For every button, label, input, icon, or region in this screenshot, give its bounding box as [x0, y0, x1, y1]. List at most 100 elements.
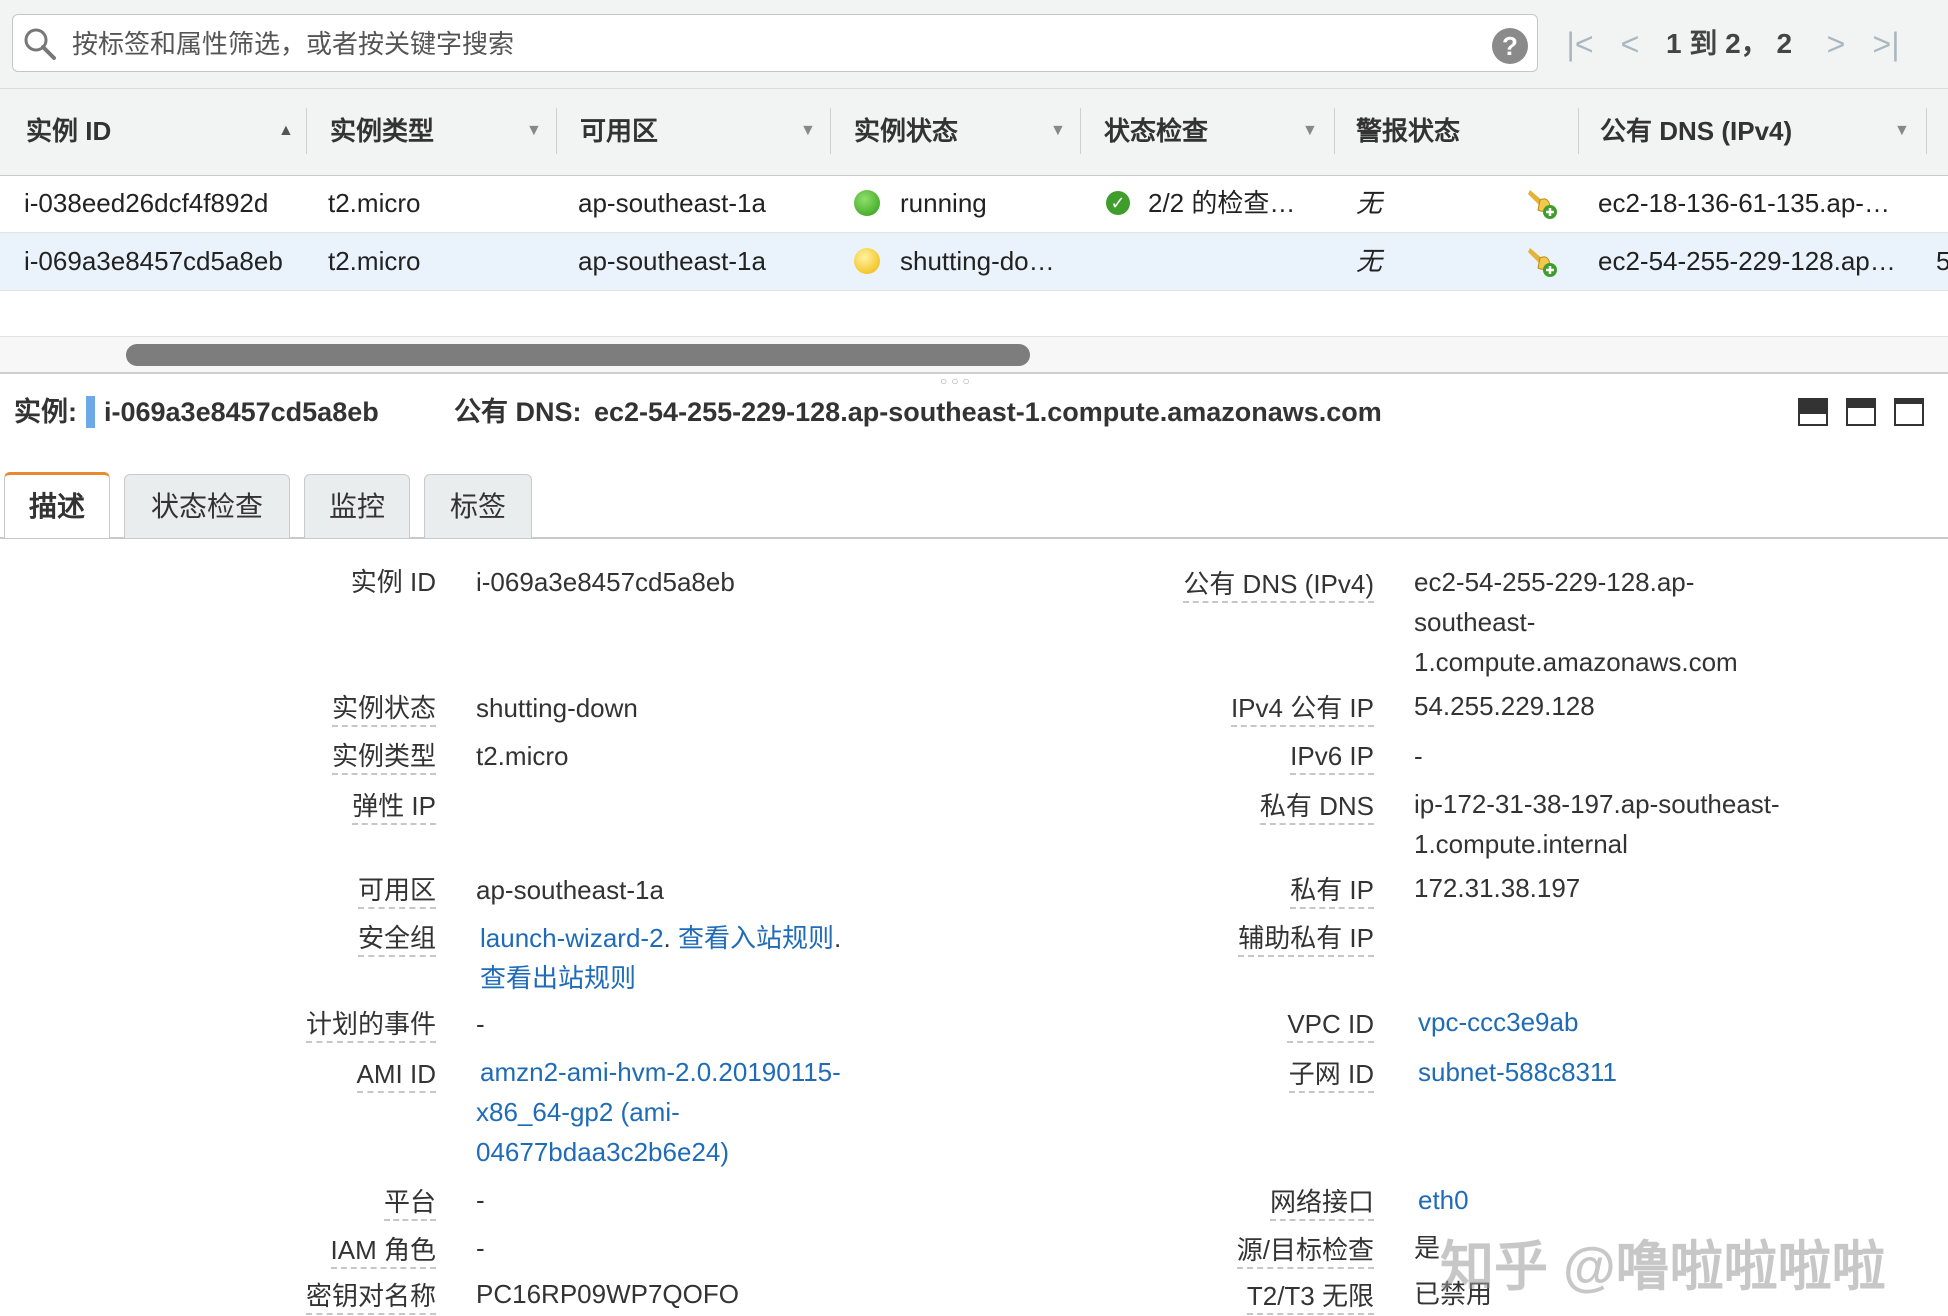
label-scheduled-events: 计划的事件: [305, 1004, 436, 1044]
column-divider[interactable]: [556, 108, 557, 154]
column-divider[interactable]: [830, 108, 831, 154]
alarm-add-icon[interactable]: [1524, 244, 1558, 278]
label-public-dns: 公有 DNS (IPv4): [1183, 564, 1374, 604]
label-network-interfaces: 网络接口: [1269, 1182, 1374, 1222]
tab-status-checks[interactable]: 状态检查: [124, 474, 290, 538]
label-elastic-ip: 弹性 IP: [352, 786, 436, 826]
value-platform: -: [476, 1185, 485, 1215]
value-instance-type: t2.micro: [476, 741, 569, 771]
cell-instance-type: t2.micro: [328, 246, 421, 276]
cell-instance-id: i-038eed26dcf4f892d: [24, 188, 269, 218]
separator-dot: .: [663, 923, 671, 953]
cell-status-check: 2/2 的检查…: [1148, 188, 1296, 218]
security-group-link[interactable]: launch-wizard-2: [480, 923, 664, 953]
cell-overflow: 5: [1936, 233, 1948, 290]
tab-description[interactable]: 描述: [4, 472, 110, 538]
pagination-label: 1 到 2， 2: [1666, 28, 1793, 59]
vpc-id-link[interactable]: vpc-ccc3e9ab: [1418, 1002, 1578, 1042]
ami-id-link-cont[interactable]: x86_64-gp2 (ami-: [476, 1092, 680, 1132]
alarm-add-icon[interactable]: [1524, 186, 1558, 220]
panel-half-icon[interactable]: [1846, 398, 1876, 426]
next-page-icon[interactable]: >: [1818, 24, 1854, 64]
label-iam-role: IAM 角色: [330, 1230, 436, 1270]
col-availability-zone[interactable]: 可用区: [580, 88, 658, 174]
value-instance-state: shutting-down: [476, 693, 638, 723]
cell-availability-zone: ap-southeast-1a: [578, 188, 766, 218]
label-source-dest-check: 源/目标检查: [1236, 1230, 1374, 1270]
subnet-id-link[interactable]: subnet-588c8311: [1418, 1052, 1617, 1092]
chevron-down-icon[interactable]: ▼: [800, 88, 816, 174]
chevron-down-icon[interactable]: ▼: [1302, 88, 1318, 174]
sort-asc-icon[interactable]: ▲: [278, 88, 294, 174]
search-input[interactable]: [70, 18, 1474, 70]
help-icon[interactable]: ?: [1492, 28, 1528, 64]
value-scheduled-events: -: [476, 1009, 485, 1039]
column-divider[interactable]: [1080, 108, 1081, 154]
panel-splitter[interactable]: [0, 372, 1948, 374]
value-source-dest-check: 是: [1414, 1233, 1441, 1263]
selected-instance-id: i-069a3e8457cd5a8eb: [104, 397, 379, 427]
security-groups-line: launch-wizard-2. 查看入站规则.: [480, 918, 841, 958]
chevron-down-icon[interactable]: ▼: [526, 88, 542, 174]
cell-availability-zone: ap-southeast-1a: [578, 246, 766, 276]
value-public-dns-cont: southeast-: [1414, 607, 1536, 637]
label-instance-type: 实例类型: [331, 736, 436, 776]
column-divider[interactable]: [1578, 108, 1579, 154]
tab-tags[interactable]: 标签: [424, 474, 532, 538]
label-security-groups: 安全组: [357, 918, 436, 958]
label-instance-id: 实例 ID: [350, 567, 436, 597]
label-private-ip: 私有 IP: [1290, 870, 1374, 910]
col-instance-type[interactable]: 实例类型: [330, 88, 434, 174]
panel-full-icon[interactable]: [1894, 398, 1924, 426]
column-divider[interactable]: [1926, 108, 1927, 154]
value-ipv4-public-ip: 54.255.229.128: [1414, 691, 1595, 721]
view-inbound-rules-link[interactable]: 查看入站规则: [678, 923, 834, 953]
tab-monitoring[interactable]: 监控: [304, 474, 410, 538]
value-iam-role: -: [476, 1233, 485, 1263]
instance-color-marker: [86, 396, 95, 428]
cell-public-dns: ec2-54-255-229-128.ap…: [1598, 246, 1896, 276]
label-ipv6-ip: IPv6 IP: [1290, 736, 1374, 776]
col-public-dns[interactable]: 公有 DNS (IPv4): [1600, 88, 1792, 174]
instance-label: 实例:: [14, 397, 77, 427]
value-availability-zone: ap-southeast-1a: [476, 875, 664, 905]
last-page-icon[interactable]: >|: [1868, 24, 1904, 64]
label-ami-id: AMI ID: [356, 1054, 436, 1094]
cell-instance-id: i-069a3e8457cd5a8eb: [24, 246, 283, 276]
state-running-icon: [854, 190, 880, 216]
state-pending-icon: [854, 248, 880, 274]
chevron-down-icon[interactable]: ▼: [1050, 88, 1066, 174]
tabs-baseline: [0, 537, 1948, 539]
prev-page-icon[interactable]: <: [1612, 24, 1648, 64]
value-private-dns: ip-172-31-38-197.ap-southeast-: [1414, 789, 1780, 819]
column-divider[interactable]: [306, 108, 307, 154]
value-public-dns: ec2-54-255-229-128.ap-: [1414, 567, 1695, 597]
chevron-down-icon[interactable]: ▼: [1894, 88, 1910, 174]
cell-instance-state: running: [900, 188, 987, 218]
first-page-icon[interactable]: |<: [1562, 24, 1598, 64]
col-instance-id[interactable]: 实例 ID: [26, 88, 111, 174]
value-ipv6-ip: -: [1414, 741, 1423, 771]
ami-id-link[interactable]: amzn2-ami-hvm-2.0.20190115-: [480, 1052, 841, 1092]
resize-grip-icon[interactable]: ○○○: [940, 374, 974, 388]
value-private-dns-cont: 1.compute.internal: [1414, 829, 1628, 859]
public-dns-value: ec2-54-255-229-128.ap-southeast-1.comput…: [594, 397, 1382, 427]
label-instance-state: 实例状态: [331, 688, 436, 728]
scrollbar-thumb[interactable]: [126, 344, 1030, 366]
col-status-check[interactable]: 状态检查: [1104, 88, 1208, 174]
label-platform: 平台: [383, 1182, 436, 1222]
cell-alarm-status: 无: [1356, 246, 1383, 276]
column-divider[interactable]: [1334, 108, 1335, 154]
cell-instance-type: t2.micro: [328, 188, 421, 218]
col-alarm-status[interactable]: 警报状态: [1356, 88, 1460, 174]
network-interface-link[interactable]: eth0: [1418, 1180, 1469, 1220]
cell-instance-state: shutting-do…: [900, 246, 1055, 276]
panel-bottom-icon[interactable]: [1798, 398, 1828, 426]
ami-id-link-cont[interactable]: 04677bdaa3c2b6e24): [476, 1132, 729, 1172]
label-availability-zone: 可用区: [357, 870, 436, 910]
view-outbound-rules-link[interactable]: 查看出站规则: [480, 958, 636, 998]
label-vpc-id: VPC ID: [1287, 1004, 1374, 1044]
col-instance-state[interactable]: 实例状态: [854, 88, 958, 174]
public-dns-label: 公有 DNS:: [454, 397, 582, 427]
label-key-pair: 密钥对名称: [305, 1276, 436, 1316]
